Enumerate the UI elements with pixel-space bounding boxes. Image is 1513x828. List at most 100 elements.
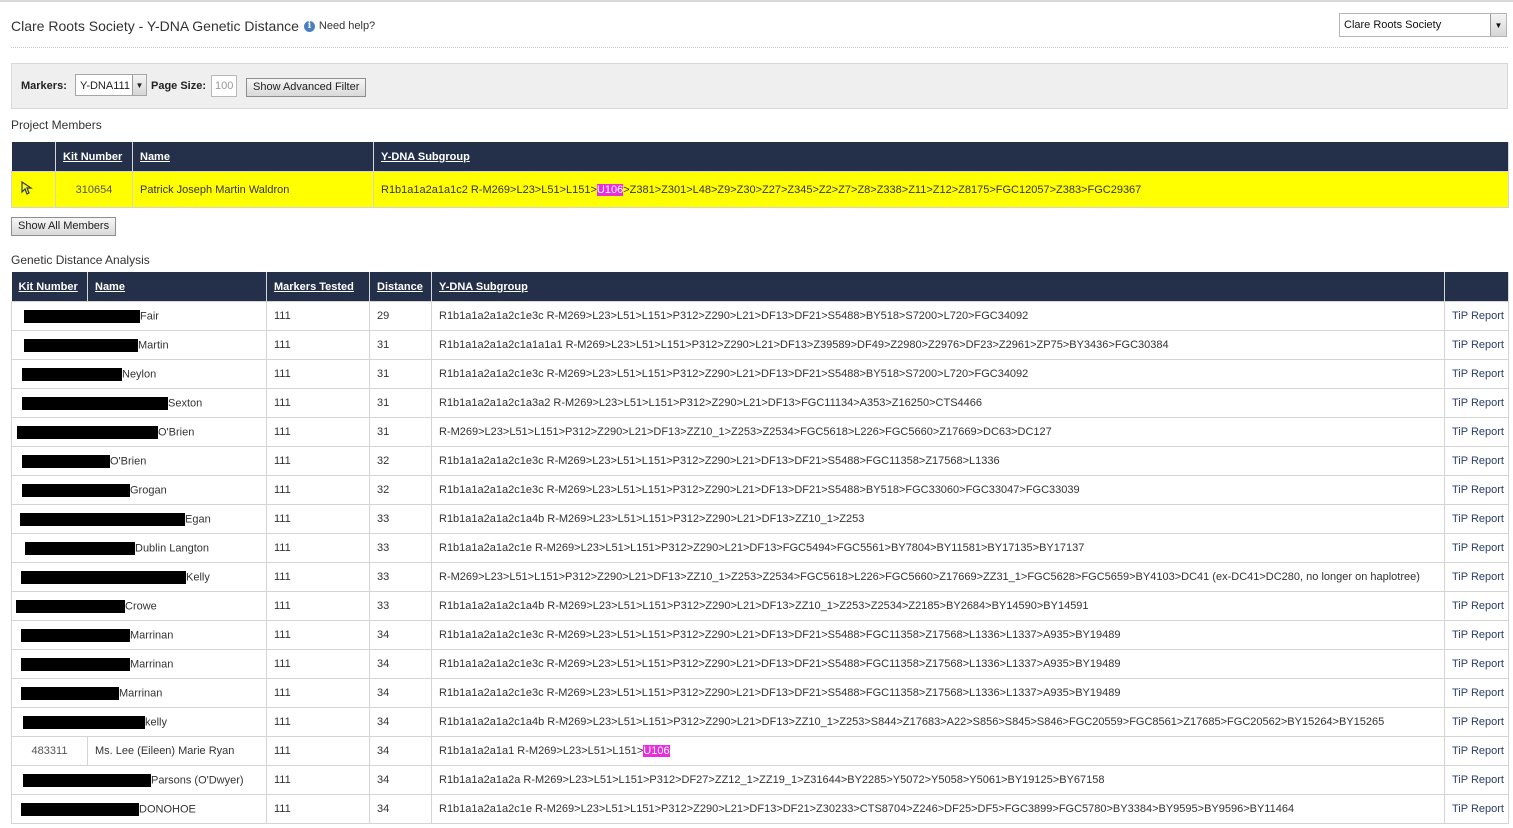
table-row[interactable]: Marrinan 111 34 R1b1a1a2a1a2c1e3c R-M269>L2… [11,678,1509,708]
tip-report-link[interactable]: TiP Report [1444,736,1509,766]
redaction-bar [16,599,125,613]
subgroup-header[interactable]: Y-DNA Subgroup [373,142,1509,172]
member-name: Kelly [186,570,210,583]
table-row[interactable]: Grogan 111 32 R1b1a1a2a1a2c1e3c R-M269>L23>… [11,475,1509,505]
name-header[interactable]: Name [132,142,374,172]
cursor-arrow-icon [21,181,33,195]
redaction-bar [23,715,145,729]
name-header[interactable]: Name [87,272,267,302]
member-name-cell: Martin [11,330,267,360]
member-name-cell: Marrinan [11,678,267,708]
distance: 34 [369,736,432,766]
show-all-members-button[interactable]: Show All Members [11,217,117,236]
distance: 31 [369,388,432,418]
table-row[interactable]: Martin 111 31 R1b1a1a2a1a2c1a1a1a1 R-M269>L… [11,330,1509,360]
member-subgroup: R1b1a1a2a1a2c1e3c R-M269>L23>L51>L151>P3… [431,620,1445,650]
project-members-title: Project Members [11,118,102,132]
redaction-bar [21,628,130,642]
markers-tested-header[interactable]: Markers Tested [266,272,370,302]
kit-number-header[interactable]: Kit Number [55,142,133,172]
tip-report-link[interactable]: TiP Report [1444,707,1509,737]
markers-select[interactable]: Y-DNA111 ▼ [75,74,147,96]
table-row[interactable]: Dublin Langton 111 33 R1b1a1a2a1a2c1e R-M26… [11,533,1509,563]
table-row[interactable]: kelly 111 34 R1b1a1a2a1a2c1a4b R-M269>L23>L… [11,707,1509,737]
markers-tested: 111 [266,707,370,737]
member-subgroup: R1b1a1a2a1a2c1e3c R-M269>L23>L51>L151>P3… [431,301,1445,331]
select-cell[interactable] [11,171,56,208]
tip-report-link[interactable]: TiP Report [1444,649,1509,679]
member-name: Sexton [168,396,203,409]
page-size-input[interactable] [211,75,237,97]
table-row[interactable]: Marrinan 111 34 R1b1a1a2a1a2c1e3c R-M269>L2… [11,649,1509,679]
member-name: Martin [138,338,169,351]
table-row[interactable]: DONOHOE 111 34 R1b1a1a2a1a2c1e R-M269>L23>L… [11,794,1509,824]
member-subgroup: R1b1a1a2a1a2c1a4b R-M269>L23>L51>L151>P3… [431,707,1445,737]
selected-member-row[interactable]: 310654 Patrick Joseph Martin Waldron R1b… [11,171,1509,208]
tip-report-link[interactable]: TiP Report [1444,794,1509,824]
tip-report-link[interactable]: TiP Report [1444,446,1509,476]
tip-report-link[interactable]: TiP Report [1444,678,1509,708]
tip-report-link[interactable]: TiP Report [1444,388,1509,418]
markers-label: Markers: [21,80,67,92]
markers-tested: 111 [266,678,370,708]
distance: 34 [369,649,432,679]
redaction-bar [24,338,138,352]
table-row[interactable]: Parsons (O'Dwyer) 111 34 R1b1a1a2a1a2a R-M2… [11,765,1509,795]
subgroup-text: R1b1a1a2a1a1c2 R-M269>L23>L51>L151> [381,183,597,196]
table-row[interactable]: 483311 Ms. Lee (Eileen) Marie Ryan 111 34 R1… [11,736,1509,766]
project-select[interactable]: Clare Roots Society ▼ [1339,13,1507,37]
markers-tested: 111 [266,417,370,447]
redaction-bar [25,541,135,555]
member-name-cell: kelly [11,707,267,737]
tip-report-link[interactable]: TiP Report [1444,301,1509,331]
markers-tested: 111 [266,504,370,534]
markers-tested: 111 [266,359,370,389]
table-row[interactable]: Kelly 111 33 R-M269>L23>L51>L151>P312>Z290>… [11,562,1509,592]
need-help-link[interactable]: Need help? [319,20,375,32]
kit-number-header[interactable]: Kit Number [11,272,88,302]
chevron-down-icon[interactable]: ▼ [132,75,146,95]
report-column-header [1444,272,1509,302]
tip-report-link[interactable]: TiP Report [1444,562,1509,592]
distance: 33 [369,591,432,621]
kit-number: 310654 [55,171,133,208]
tip-report-link[interactable]: TiP Report [1444,765,1509,795]
member-name: Fair [140,309,159,322]
member-name: Egan [185,512,211,525]
markers-tested: 111 [266,794,370,824]
tip-report-link[interactable]: TiP Report [1444,330,1509,360]
table-row[interactable]: Neylon 111 31 R1b1a1a2a1a2c1e3c R-M269>L23>… [11,359,1509,389]
subgroup-header[interactable]: Y-DNA Subgroup [431,272,1445,302]
redaction-bar [22,367,122,381]
tip-report-link[interactable]: TiP Report [1444,475,1509,505]
table-row[interactable]: Sexton 111 31 R1b1a1a2a1a2c1a3a2 R-M269>L23… [11,388,1509,418]
tip-report-link[interactable]: TiP Report [1444,504,1509,534]
table-row[interactable]: O'Brien 111 32 R1b1a1a2a1a2c1e3c R-M269>L23… [11,446,1509,476]
distance-header[interactable]: Distance [369,272,432,302]
distance: 34 [369,678,432,708]
subgroup-text: R1b1a1a2a1a1 R-M269>L23>L51>L151> [439,745,644,757]
table-row[interactable]: Fair 111 29 R1b1a1a2a1a2c1e3c R-M269>L23>L5… [11,301,1509,331]
markers-tested: 111 [266,736,370,766]
redaction-bar [20,512,185,526]
markers-tested: 111 [266,765,370,795]
markers-tested: 111 [266,388,370,418]
info-icon[interactable]: i [303,20,315,32]
member-subgroup: R1b1a1a2a1a2a R-M269>L23>L51>L151>P312>D… [431,765,1445,795]
tip-report-link[interactable]: TiP Report [1444,533,1509,563]
markers-tested: 111 [266,562,370,592]
table-row[interactable]: Egan 111 33 R1b1a1a2a1a2c1a4b R-M269>L23>L5… [11,504,1509,534]
table-row[interactable]: Marrinan 111 34 R1b1a1a2a1a2c1e3c R-M269>L2… [11,620,1509,650]
show-advanced-filter-button[interactable]: Show Advanced Filter [246,78,367,97]
tip-report-link[interactable]: TiP Report [1444,417,1509,447]
table-row[interactable]: O'Brien 111 31 R-M269>L23>L51>L151>P312>Z29… [11,417,1509,447]
member-subgroup: R1b1a1a2a1a2c1e3c R-M269>L23>L51>L151>P3… [431,678,1445,708]
chevron-down-icon[interactable]: ▼ [1490,14,1506,36]
table-row[interactable]: Crowe 111 33 R1b1a1a2a1a2c1a4b R-M269>L23>L… [11,591,1509,621]
top-border [0,0,1513,2]
member-name-cell: Sexton [11,388,267,418]
tip-report-link[interactable]: TiP Report [1444,591,1509,621]
tip-report-link[interactable]: TiP Report [1444,359,1509,389]
tip-report-link[interactable]: TiP Report [1444,620,1509,650]
member-name: Marrinan [119,686,163,699]
